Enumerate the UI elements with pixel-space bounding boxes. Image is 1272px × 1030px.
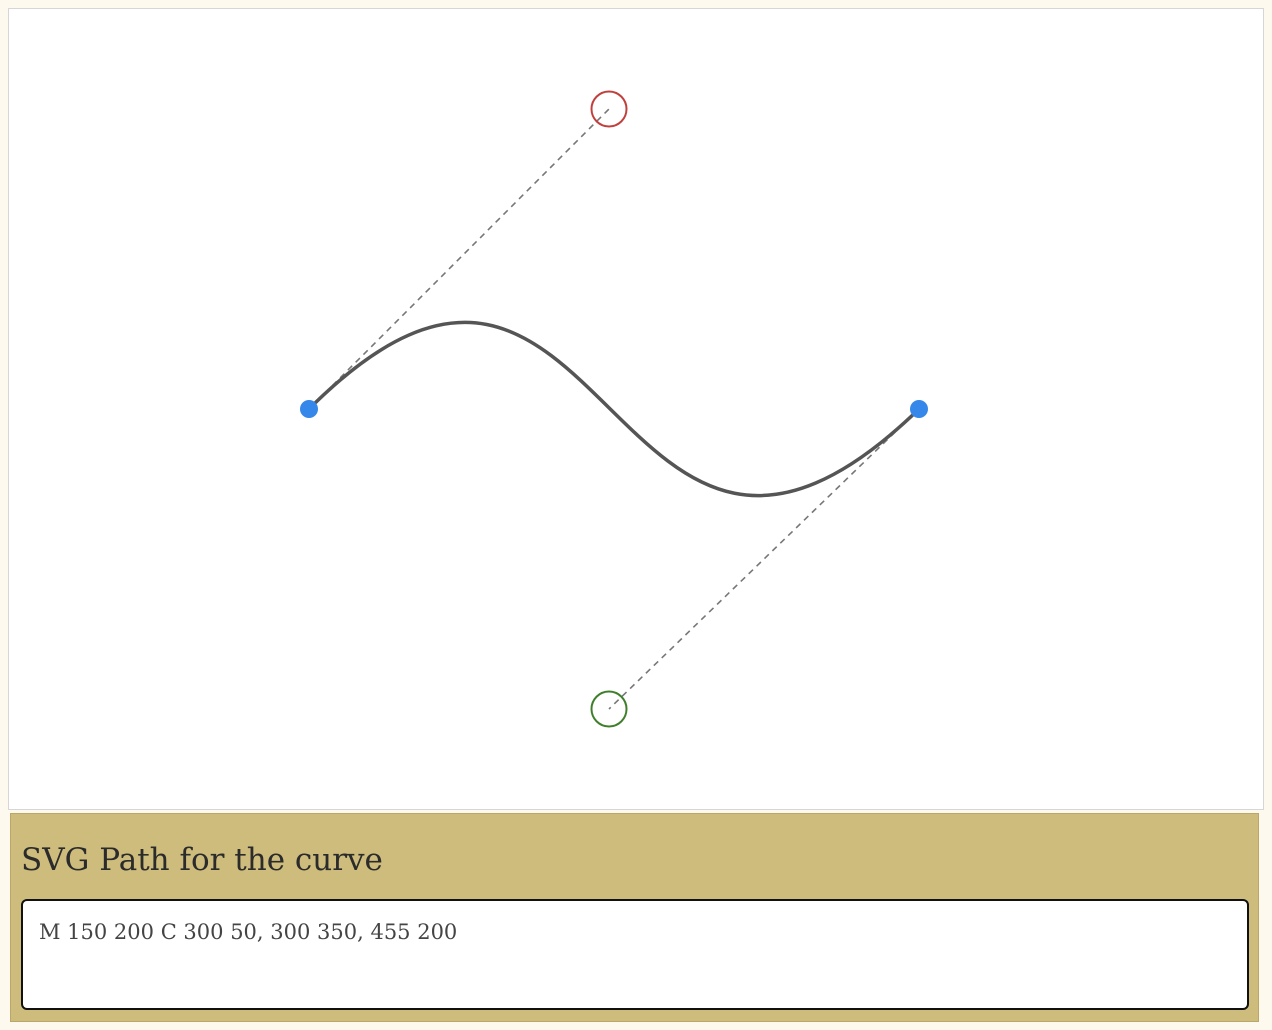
bezier-canvas[interactable] bbox=[8, 8, 1264, 810]
handle-line-2 bbox=[608, 408, 920, 710]
start-point-handle[interactable] bbox=[300, 400, 318, 418]
bezier-curve bbox=[307, 320, 921, 498]
end-point-handle[interactable] bbox=[910, 400, 928, 418]
panel-title: SVG Path for the curve bbox=[21, 842, 383, 878]
svg-path-panel: SVG Path for the curve M 150 200 C 300 5… bbox=[10, 813, 1259, 1022]
svg-path-output[interactable]: M 150 200 C 300 50, 300 350, 455 200 bbox=[21, 899, 1249, 1010]
bezier-svg[interactable] bbox=[9, 9, 1263, 809]
control-point-1-handle[interactable] bbox=[590, 90, 628, 128]
